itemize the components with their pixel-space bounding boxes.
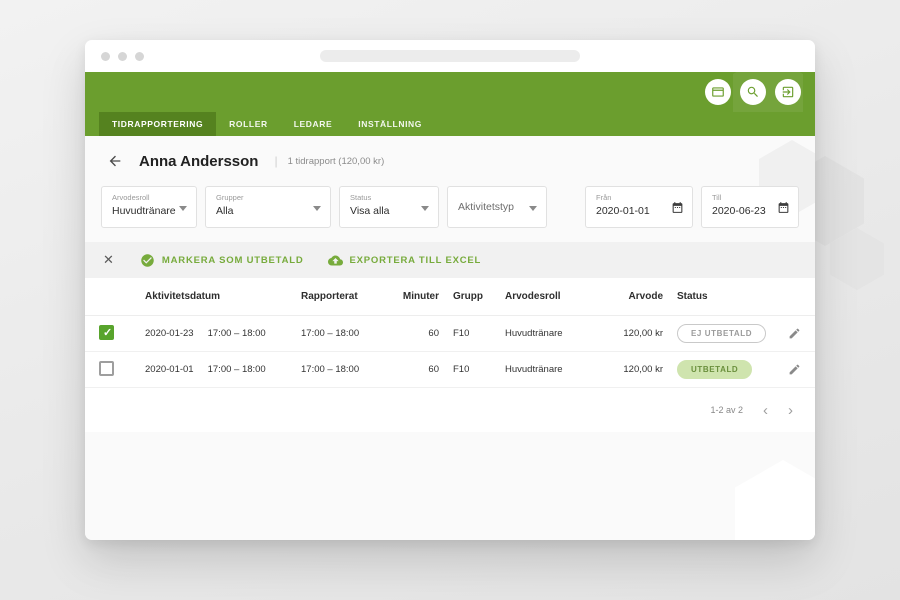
fee-value: 120,00 kr <box>623 328 663 339</box>
filter-grupper[interactable]: Grupper Alla <box>205 186 331 228</box>
activity-date: 2020-01-01 <box>145 364 194 375</box>
window-dot <box>135 52 144 61</box>
chevron-down-icon <box>313 206 321 211</box>
header-grupp: Grupp <box>453 291 483 302</box>
chevron-down-icon <box>529 206 537 211</box>
table-row: 2020-01-23 17:00 – 18:00 17:00 – 18:00 60… <box>85 316 815 352</box>
reported-time: 17:00 – 18:00 <box>301 328 360 339</box>
row-checkbox[interactable] <box>99 360 114 376</box>
header-arvodesroll: Arvodesroll <box>505 291 561 302</box>
filter-aktivitetstyp[interactable]: Aktivitetstyp <box>447 186 547 228</box>
export-excel-label: EXPORTERA TILL EXCEL <box>349 254 482 266</box>
title-divider: | <box>274 154 278 168</box>
window-dot <box>101 52 110 61</box>
header-aktivitetsdatum: Aktivitetsdatum <box>145 291 221 302</box>
close-icon[interactable]: ✕ <box>103 252 114 268</box>
activity-time: 17:00 – 18:00 <box>207 364 266 375</box>
header-status: Status <box>677 291 708 302</box>
filter-label: Till <box>712 193 722 202</box>
reported-time: 17:00 – 18:00 <box>301 364 360 375</box>
filter-value: Alla <box>216 205 234 217</box>
filter-label: Aktivitetstyp <box>458 201 515 213</box>
selection-toolbar: ✕ MARKERA SOM UTBETALD EXPORTERA TILL EX… <box>85 242 815 278</box>
filter-value: 2020-06-23 <box>712 205 766 217</box>
chevron-down-icon <box>179 206 187 211</box>
mark-paid-label: MARKERA SOM UTBETALD <box>161 254 304 266</box>
tab-installning[interactable]: INSTÄLLNING <box>345 112 435 136</box>
export-excel-button[interactable]: EXPORTERA TILL EXCEL <box>327 253 482 268</box>
role-value: Huvudtränare <box>505 328 563 339</box>
minutes-value: 60 <box>428 328 439 339</box>
filter-label: Arvodesroll <box>112 193 150 202</box>
card-icon[interactable] <box>705 79 731 105</box>
chevron-down-icon <box>421 206 429 211</box>
filter-arvodesroll[interactable]: Arvodesroll Huvudtränare <box>101 186 197 228</box>
address-bar <box>320 50 580 62</box>
tab-ledare[interactable]: LEDARE <box>281 112 346 136</box>
filter-label: Status <box>350 193 372 202</box>
time-report-table: Aktivitetsdatum Rapporterat Minuter Grup… <box>85 278 815 432</box>
page-title: Anna Andersson <box>139 152 259 170</box>
browser-window: TIDRAPPORTERING ROLLER LEDARE INSTÄLLNIN… <box>85 40 815 540</box>
hexagon-decoration <box>735 460 815 540</box>
browser-titlebar <box>85 40 815 72</box>
header-minuter: Minuter <box>402 291 439 302</box>
tab-tidrapportering[interactable]: TIDRAPPORTERING <box>99 112 217 136</box>
main-content: Anna Andersson | 1 tidrapport (120,00 kr… <box>85 136 815 540</box>
window-dot <box>118 52 127 61</box>
status-badge: EJ UTBETALD <box>677 324 767 343</box>
filter-label: Från <box>596 193 612 202</box>
calendar-icon <box>777 201 790 214</box>
app-header <box>85 72 815 112</box>
row-checkbox[interactable] <box>99 324 114 340</box>
search-icon[interactable] <box>740 79 766 105</box>
filter-value: 2020-01-01 <box>596 205 650 217</box>
group-value: F10 <box>453 328 470 339</box>
filter-status[interactable]: Status Visa alla <box>339 186 439 228</box>
group-value: F10 <box>453 364 470 375</box>
fee-value: 120,00 kr <box>623 364 663 375</box>
filter-value: Huvudtränare <box>112 205 176 217</box>
header-arvode: Arvode <box>628 291 663 302</box>
pagination: 1-2 av 2 ‹ › <box>85 388 815 432</box>
logout-icon[interactable] <box>775 79 801 105</box>
activity-date: 2020-01-23 <box>145 328 194 339</box>
filter-row: Arvodesroll Huvudtränare Grupper Alla St… <box>85 182 815 228</box>
filter-label: Grupper <box>216 193 244 202</box>
filter-date-to[interactable]: Till 2020-06-23 <box>701 186 799 228</box>
filter-value: Visa alla <box>350 205 390 217</box>
edit-icon[interactable] <box>767 327 801 340</box>
check-circle-icon <box>141 253 154 267</box>
edit-icon[interactable] <box>767 363 801 376</box>
pagination-next-icon[interactable]: › <box>788 403 793 418</box>
minutes-value: 60 <box>428 364 439 375</box>
page-subtitle: 1 tidrapport (120,00 kr) <box>287 155 385 167</box>
nav-tabs: TIDRAPPORTERING ROLLER LEDARE INSTÄLLNIN… <box>85 112 815 136</box>
table-row: 2020-01-01 17:00 – 18:00 17:00 – 18:00 60… <box>85 352 815 388</box>
role-value: Huvudtränare <box>505 364 563 375</box>
activity-time: 17:00 – 18:00 <box>207 328 266 339</box>
filter-date-from[interactable]: Från 2020-01-01 <box>585 186 693 228</box>
back-button[interactable] <box>107 152 125 170</box>
pagination-label: 1-2 av 2 <box>710 405 743 415</box>
pagination-prev-icon[interactable]: ‹ <box>763 403 768 418</box>
cloud-upload-icon <box>327 255 343 265</box>
mark-paid-button[interactable]: MARKERA SOM UTBETALD <box>140 253 304 268</box>
calendar-icon <box>671 201 684 214</box>
header-rapporterat: Rapporterat <box>301 291 358 302</box>
tab-roller[interactable]: ROLLER <box>216 112 281 136</box>
table-header-row: Aktivitetsdatum Rapporterat Minuter Grup… <box>85 278 815 316</box>
status-badge: UTBETALD <box>677 360 753 379</box>
window-control-dots <box>101 52 144 61</box>
